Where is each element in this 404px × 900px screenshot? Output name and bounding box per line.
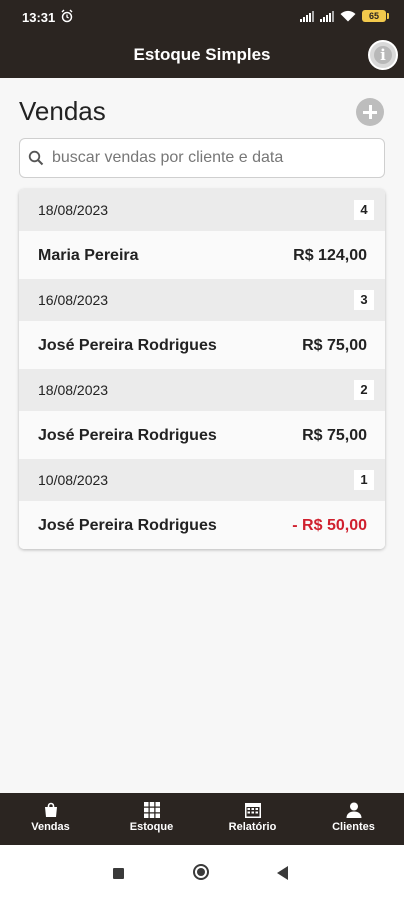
sales-list: 18/08/2023 4 Maria Pereira R$ 124,00 16/…	[19, 189, 385, 549]
sale-client-name: José Pereira Rodrigues	[38, 517, 217, 534]
app-header: Estoque Simples i	[0, 36, 404, 78]
search-input[interactable]	[52, 139, 372, 177]
sale-client-name: José Pereira Rodrigues	[38, 427, 217, 444]
nav-relatorio[interactable]: Relatório	[202, 793, 303, 845]
user-icon	[346, 802, 361, 818]
shopping-bag-icon	[44, 802, 57, 817]
status-time: 13:31	[22, 10, 56, 25]
sale-amount: R$ 75,00	[302, 427, 367, 444]
nav-vendas[interactable]: Vendas	[0, 793, 101, 845]
nav-label: Relatório	[228, 821, 277, 833]
search-box[interactable]	[19, 138, 385, 178]
sale-row[interactable]: José Pereira Rodrigues - R$ 50,00	[19, 501, 385, 549]
sale-date: 18/08/2023	[38, 202, 109, 218]
nav-clientes[interactable]: Clientes	[303, 793, 404, 845]
sale-date-header: 10/08/2023 1	[19, 459, 385, 501]
sale-date: 18/08/2023	[38, 382, 109, 398]
sale-amount: R$ 75,00	[302, 337, 367, 354]
sale-count-badge: 3	[354, 290, 374, 310]
signal-icon	[300, 10, 314, 22]
status-bar: 13:31 65	[0, 0, 404, 36]
search-icon	[28, 150, 44, 166]
sale-row[interactable]: José Pereira Rodrigues R$ 75,00	[19, 411, 385, 459]
sale-date: 16/08/2023	[38, 292, 109, 308]
back-icon[interactable]	[277, 866, 288, 880]
app-title: Estoque Simples	[133, 45, 271, 64]
grid-icon	[143, 802, 160, 818]
signal-icon	[320, 10, 334, 22]
nav-label: Estoque	[129, 821, 174, 833]
page-title: Vendas	[19, 96, 106, 126]
nav-label: Vendas	[31, 821, 70, 833]
sale-client-name: Maria Pereira	[38, 247, 139, 264]
info-icon: i	[374, 46, 392, 64]
nav-estoque[interactable]: Estoque	[101, 793, 202, 845]
status-icons: 65	[300, 10, 389, 22]
calendar-icon	[244, 803, 261, 818]
bottom-nav: Vendas Estoque Relatório Clientes	[0, 793, 404, 845]
sale-date-header: 18/08/2023 4	[19, 189, 385, 231]
sale-count-badge: 4	[354, 200, 374, 220]
wifi-icon	[340, 10, 356, 22]
sale-row[interactable]: José Pereira Rodrigues R$ 75,00	[19, 321, 385, 369]
sale-count-badge: 1	[354, 470, 374, 490]
sale-date: 10/08/2023	[38, 472, 109, 488]
battery-icon: 65	[362, 10, 389, 22]
home-icon[interactable]	[193, 864, 209, 880]
sale-amount: R$ 124,00	[293, 247, 367, 264]
sale-client-name: José Pereira Rodrigues	[38, 337, 217, 354]
alarm-icon	[60, 9, 74, 28]
add-sale-button[interactable]	[356, 98, 384, 126]
sale-row[interactable]: Maria Pereira R$ 124,00	[19, 231, 385, 279]
system-nav-bar	[0, 845, 404, 900]
sale-date-header: 16/08/2023 3	[19, 279, 385, 321]
sale-date-header: 18/08/2023 2	[19, 369, 385, 411]
sale-amount: - R$ 50,00	[292, 517, 367, 534]
recents-icon[interactable]	[113, 868, 124, 879]
nav-label: Clientes	[332, 821, 375, 833]
info-button[interactable]: i	[368, 40, 398, 70]
sale-count-badge: 2	[354, 380, 374, 400]
